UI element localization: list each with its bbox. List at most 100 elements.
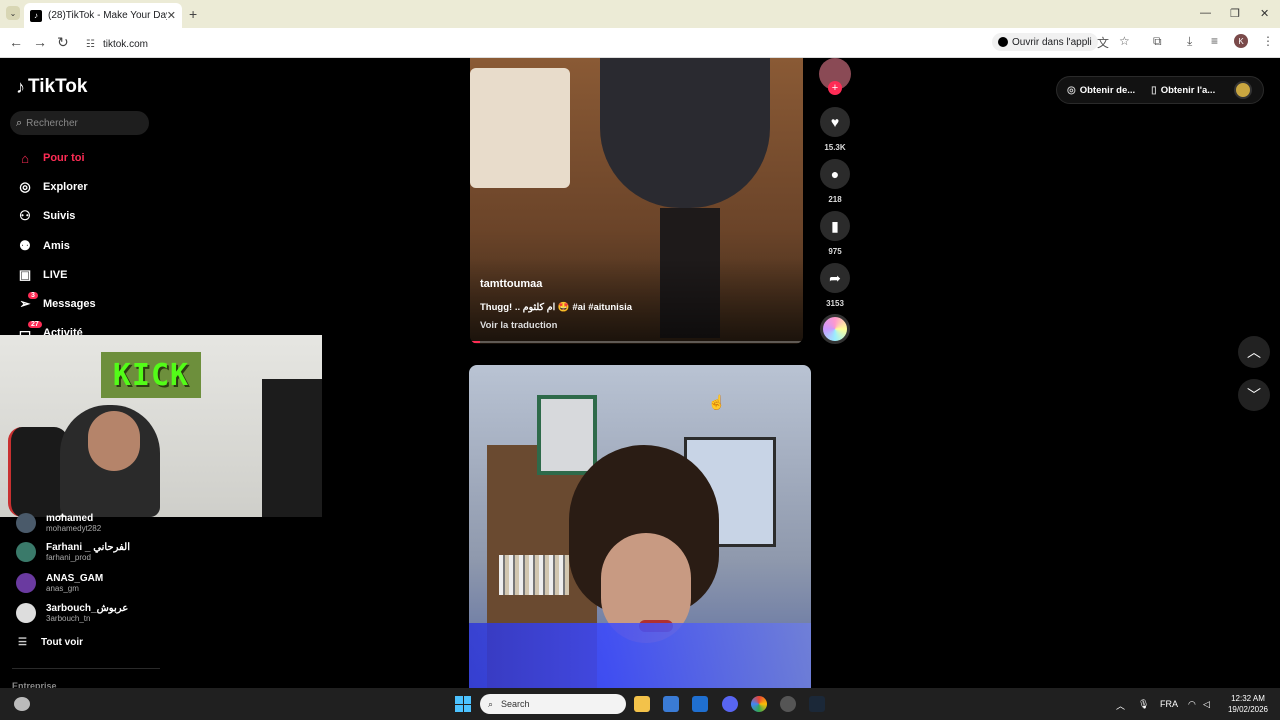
tiktok-logo[interactable]: ♪ TikTok bbox=[16, 76, 87, 98]
get-app-button[interactable]: ▯ Obtenir l'a... bbox=[1151, 85, 1215, 96]
reload-icon[interactable]: ↻ bbox=[57, 34, 69, 51]
video-progress-fill bbox=[470, 341, 480, 343]
profile-avatar[interactable]: K bbox=[1234, 34, 1248, 48]
open-in-app-button[interactable]: Ouvrir dans l'appli bbox=[992, 33, 1098, 51]
video-player-1[interactable]: tamttoumaa Thugg! .. ام كلثوم 🤩 #ai #ait… bbox=[470, 58, 803, 344]
friends-icon: ⚉ bbox=[19, 238, 31, 253]
translate-icon[interactable]: 文 bbox=[1097, 34, 1109, 51]
video-scene-blue-light bbox=[469, 623, 811, 688]
account-item[interactable]: Farhani _ الفرحاني farhani_prod bbox=[16, 542, 130, 562]
following-icon: ⚇ bbox=[19, 208, 31, 223]
video-scene-frame bbox=[537, 395, 597, 475]
close-tab-icon[interactable]: ✕ bbox=[167, 9, 176, 22]
pc-tower bbox=[262, 379, 322, 517]
minimize-button[interactable]: — bbox=[1200, 7, 1211, 19]
like-button[interactable]: ♥ bbox=[820, 107, 850, 137]
video-player-2[interactable] bbox=[469, 365, 811, 688]
maximize-button[interactable]: ❐ bbox=[1230, 7, 1240, 20]
nav-label: Pour toi bbox=[43, 152, 85, 164]
wifi-icon[interactable]: ◠ bbox=[1188, 699, 1196, 710]
taskbar-clock[interactable]: 12:32 AM 19/02/2026 bbox=[1220, 693, 1276, 715]
taskbar-search[interactable]: ⌕ Search bbox=[480, 694, 626, 714]
heart-icon: ♥ bbox=[830, 114, 840, 130]
language-indicator[interactable]: FRA bbox=[1160, 699, 1178, 709]
downloads-icon[interactable]: ⤓ bbox=[1187, 34, 1192, 49]
get-coins-button[interactable]: ◎ Obtenir de... bbox=[1067, 85, 1135, 96]
video-caption: Thugg! .. ام كلثوم 🤩 #ai #aitunisia bbox=[480, 302, 633, 313]
activity-badge: 27 bbox=[28, 321, 42, 328]
coin-icon: ◎ bbox=[1067, 84, 1076, 96]
nav-item-explorer[interactable]: ◎ Explorer bbox=[16, 177, 88, 197]
tiktok-app-icon bbox=[998, 37, 1008, 47]
next-video-button[interactable]: ﹀ bbox=[1238, 379, 1270, 411]
share-button[interactable]: ➦ bbox=[820, 263, 850, 293]
browser-tab-tiktok[interactable]: ♪ (28)TikTok - Make Your Day ✕ bbox=[24, 3, 182, 28]
messages-badge: 3 bbox=[28, 292, 38, 299]
comment-button[interactable]: ● bbox=[820, 159, 850, 189]
discord-icon[interactable] bbox=[722, 696, 738, 712]
music-disc-icon[interactable] bbox=[820, 314, 850, 344]
nav-item-amis[interactable]: ⚉ Amis bbox=[16, 236, 70, 256]
get-coins-label: Obtenir de... bbox=[1079, 84, 1136, 96]
account-handle: anas_gm bbox=[46, 584, 79, 593]
account-item[interactable]: ANAS_GAM anas_gm bbox=[16, 573, 103, 593]
account-item[interactable]: 3arbouch_عربوش 3arbouch_tn bbox=[16, 603, 128, 623]
nav-label: Explorer bbox=[43, 181, 88, 193]
start-button[interactable] bbox=[455, 696, 471, 712]
get-app-label: Obtenir l'a... bbox=[1160, 84, 1216, 96]
chrome-icon[interactable] bbox=[751, 696, 767, 712]
video-progress-bar[interactable] bbox=[470, 341, 803, 343]
see-all-link[interactable]: ☰ Tout voir bbox=[18, 637, 83, 648]
nav-item-live[interactable]: ▣ LIVE bbox=[16, 265, 68, 285]
volume-icon[interactable]: ◁ bbox=[1203, 699, 1210, 710]
nav-item-pour-toi[interactable]: ⌂ Pour toi bbox=[16, 148, 85, 168]
bookmark-star-icon[interactable]: ☆ bbox=[1119, 34, 1130, 48]
save-count: 975 bbox=[828, 247, 842, 256]
tab-title: (28)TikTok - Make Your Day bbox=[48, 10, 167, 21]
tray-overflow-icon[interactable]: ︿ bbox=[1116, 699, 1125, 712]
account-name: Farhani _ الفرحاني bbox=[46, 542, 130, 553]
compass-icon: ◎ bbox=[19, 179, 31, 194]
nav-item-messages[interactable]: ➢ 3 Messages bbox=[16, 292, 96, 314]
search-icon: ⌕ bbox=[16, 116, 23, 129]
comment-icon: ● bbox=[830, 166, 840, 182]
share-count: 3153 bbox=[826, 299, 844, 308]
store-icon[interactable] bbox=[663, 696, 679, 712]
save-button[interactable]: ▮ bbox=[820, 211, 850, 241]
outlook-icon[interactable] bbox=[692, 696, 708, 712]
app-icon[interactable] bbox=[780, 696, 796, 712]
open-in-app-label: Ouvrir dans l'appli bbox=[1012, 36, 1092, 48]
site-info-icon[interactable]: ☷ bbox=[86, 39, 95, 50]
file-explorer-icon[interactable] bbox=[634, 696, 650, 712]
forward-icon[interactable]: → bbox=[33, 34, 47, 50]
home-icon: ⌂ bbox=[21, 150, 29, 166]
video-username[interactable]: tamttoumaa bbox=[480, 278, 542, 290]
hand-cursor-icon: ☝ bbox=[708, 394, 726, 410]
more-menu-icon[interactable]: ⋮ bbox=[1262, 34, 1274, 48]
search-input[interactable]: ⌕ Rechercher bbox=[10, 111, 149, 135]
weather-widget-icon[interactable] bbox=[14, 697, 30, 711]
tab-search-button[interactable]: ⌄ bbox=[6, 6, 20, 20]
nav-label: Suivis bbox=[43, 210, 76, 222]
avatar bbox=[16, 513, 36, 533]
close-window-button[interactable]: ✕ bbox=[1260, 7, 1269, 20]
microphone-icon[interactable]: 🎙 bbox=[1138, 699, 1149, 710]
tiktok-note-icon: ♪ bbox=[16, 76, 25, 97]
new-tab-button[interactable]: + bbox=[189, 6, 197, 22]
account-item[interactable]: mohamed mohamedyt282 bbox=[16, 513, 101, 533]
steam-icon[interactable] bbox=[809, 696, 825, 712]
account-handle: mohamedyt282 bbox=[46, 524, 102, 533]
follow-plus-icon[interactable]: + bbox=[828, 81, 842, 95]
see-translation-link[interactable]: Voir la traduction bbox=[480, 320, 557, 331]
user-avatar[interactable] bbox=[1234, 81, 1252, 99]
nav-label: Messages bbox=[43, 298, 96, 310]
account-name: ANAS_GAM bbox=[46, 573, 104, 584]
clock-date: 19/02/2026 bbox=[1227, 705, 1269, 714]
nav-item-suivis[interactable]: ⚇ Suivis bbox=[16, 206, 75, 226]
back-icon[interactable]: ← bbox=[9, 34, 23, 50]
previous-video-button[interactable]: ︿ bbox=[1238, 336, 1270, 368]
extensions-icon[interactable]: ⧉ bbox=[1153, 34, 1162, 49]
media-controls-icon[interactable]: ≡ bbox=[1211, 34, 1218, 48]
video-scene-bed bbox=[470, 68, 570, 188]
url-field[interactable]: ☷ tiktok.com bbox=[86, 34, 986, 54]
